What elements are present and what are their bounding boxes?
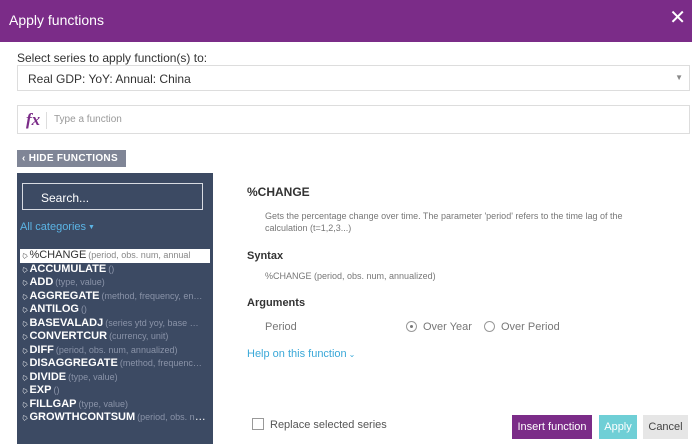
function-item-name: ANTILOG [29,303,79,315]
function-item-params: () [80,304,87,314]
help-link[interactable]: Help on this function ⌄ [247,348,355,360]
dialog-title: Apply functions [9,12,104,28]
function-item-params: (period, obs. num, annual [88,250,191,260]
functions-sidebar: Search... All categories ▼ ⌂%CHANGE (perio… [17,173,213,444]
function-item-name: FILLGAP [29,397,77,410]
chevron-down-icon: ⌄ [348,350,356,359]
function-item-name: DIFF [29,343,54,356]
search-input[interactable]: Search... [22,183,203,210]
function-list-item[interactable]: ⌂ACCUMULATE() [20,263,210,277]
function-list-item[interactable]: ⌂ADD (type, value) [20,276,210,290]
function-name: %CHANGE [247,185,310,199]
divider [46,112,47,129]
function-list-item[interactable]: ⌂CONVERTCUR (currency, unit) [20,330,210,344]
categories-dropdown[interactable]: All categories ▼ [20,221,95,233]
syntax-value: %CHANGE (period, obs. num, annualized) [265,271,436,281]
function-description: Gets the percentage change over time. Th… [265,211,623,233]
apply-button[interactable]: Apply [599,415,637,439]
categories-label: All categories [20,221,87,233]
function-list-item[interactable]: ⌂%CHANGE (period, obs. num, annual [20,249,210,263]
cancel-button[interactable]: Cancel [643,415,688,439]
function-item-params: (period, obs. num, annualized) [55,344,178,355]
chevron-down-icon: ▼ [675,73,683,82]
radio-label: Over Year [423,321,472,333]
function-item-params: (series ytd yoy, base … [105,317,199,328]
help-link-label: Help on this function [247,348,347,360]
function-list-item[interactable]: ⌂GROWTHCONTSUM (period, obs. num… [20,411,210,425]
radio-checked-icon [406,321,417,332]
function-item-params: (period, obs. num… [137,412,210,422]
function-item-name: DIVIDE [29,370,67,383]
series-select[interactable]: Real GDP: YoY: Annual: China ▼ [17,65,690,91]
function-list-item[interactable]: ⌂ANTILOG() [20,303,210,317]
function-list-item[interactable]: ⌂AGGREGATE (method, frequency, en… [20,290,210,304]
function-item-params: () [108,263,115,274]
function-item-params: (type, value) [55,277,105,287]
replace-series-checkbox[interactable]: Replace selected series [252,418,387,431]
function-item-params: () [53,385,60,395]
fx-icon: fx [26,110,41,129]
syntax-heading: Syntax [247,250,284,262]
radio-over-period[interactable]: Over Period [484,321,560,333]
function-input[interactable]: fx Type a function [17,105,690,134]
function-item-params: (method, frequency, en… [101,290,203,301]
function-list-item[interactable]: ⌂DIFF (period, obs. num, annualized) [20,344,210,358]
checkbox-icon [252,418,264,430]
function-item-name: DISAGGREGATE [29,357,118,369]
series-select-label: Select series to apply function(s) to: [17,51,208,65]
function-list-item[interactable]: ⌂EXP() [20,384,210,398]
argument-name: Period [265,321,297,333]
function-item-name: CONVERTCUR [29,330,108,342]
series-select-value: Real GDP: YoY: Annual: China [28,72,191,86]
radio-unchecked-icon [484,321,495,332]
function-list: ⌂%CHANGE (period, obs. num, annual ⌂ACCUMU… [20,249,210,425]
function-item-params: (currency, unit) [109,331,169,341]
search-placeholder: Search... [41,191,90,205]
dialog-titlebar: Apply functions ✕ [0,0,692,42]
function-item-params: (method, frequenc… [119,358,202,368]
function-item-name: ADD [29,276,54,288]
caret-down-icon: ▼ [88,223,95,231]
function-item-name: GROWTHCONTSUM [29,411,136,423]
radio-over-year[interactable]: Over Year [406,321,472,333]
insert-function-button[interactable]: Insert function [512,415,592,439]
function-list-item[interactable]: ⌂DIVIDE (type, value) [20,371,210,385]
function-item-params: (type, value) [78,398,129,409]
function-list-item[interactable]: ⌂FILLGAP (type, value) [20,398,210,412]
replace-label: Replace selected series [270,419,387,431]
function-item-name: AGGREGATE [29,289,100,302]
function-item-params: (type, value) [68,371,118,382]
close-icon[interactable]: ✕ [669,8,686,28]
function-list-item[interactable]: ⌂BASEVALADJ (series ytd yoy, base … [20,317,210,331]
function-input-placeholder: Type a function [54,114,122,125]
function-item-name: ACCUMULATE [29,262,107,275]
hide-functions-button[interactable]: ‹ HIDE FUNCTIONS [17,150,126,167]
arguments-heading: Arguments [247,297,306,309]
function-item-name: BASEVALADJ [29,316,104,329]
function-list-item[interactable]: ⌂DISAGGREGATE (method, frequenc… [20,357,210,371]
function-item-name: EXP [29,384,52,396]
radio-label: Over Period [501,321,560,333]
function-item-name: %CHANGE [29,249,87,261]
